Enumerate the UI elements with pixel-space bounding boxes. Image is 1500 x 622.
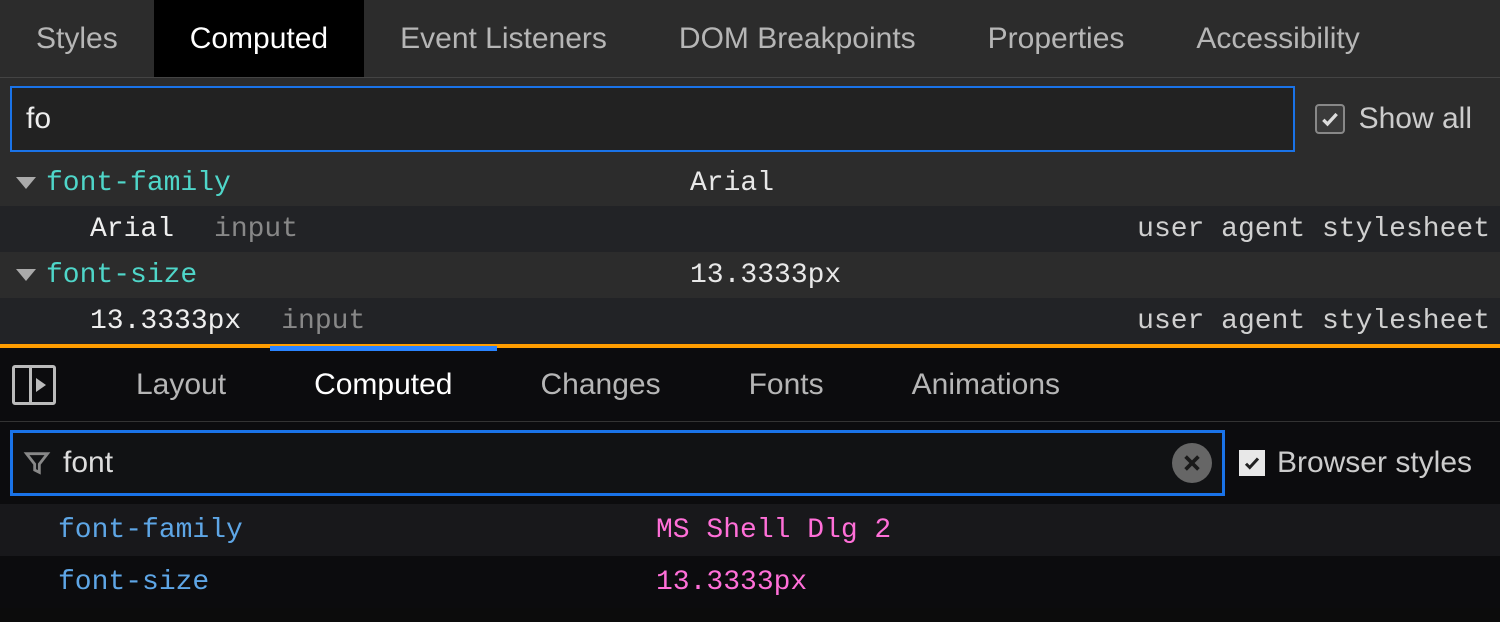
tab-accessibility[interactable]: Accessibility bbox=[1160, 0, 1395, 77]
property-name: font-family bbox=[46, 168, 231, 199]
property-name: font-size bbox=[58, 567, 209, 598]
show-all-label: Show all bbox=[1359, 102, 1472, 136]
top-tabbar: Styles Computed Event Listeners DOM Brea… bbox=[0, 0, 1500, 78]
tab-layout[interactable]: Layout bbox=[92, 348, 270, 421]
bottom-filter-row: Browser styles bbox=[0, 422, 1500, 504]
top-filter-row: Show all bbox=[0, 78, 1500, 160]
disclosure-triangle-icon[interactable] bbox=[16, 177, 36, 189]
trace-value: Arial bbox=[90, 214, 174, 245]
check-icon bbox=[1243, 454, 1261, 472]
computed-property-row[interactable]: font-family MS Shell Dlg 2 bbox=[0, 504, 1500, 556]
property-value: MS Shell Dlg 2 bbox=[656, 515, 891, 546]
top-computed-properties: font-family Arial Arial input user agent… bbox=[0, 160, 1500, 344]
tab-changes[interactable]: Changes bbox=[497, 348, 705, 421]
bottom-computed-properties: font-family MS Shell Dlg 2 font-size 13.… bbox=[0, 504, 1500, 608]
trace-source[interactable]: user agent stylesheet bbox=[1137, 306, 1500, 337]
browser-styles-label: Browser styles bbox=[1277, 446, 1472, 480]
tab-event-listeners[interactable]: Event Listeners bbox=[364, 0, 643, 77]
show-all-checkbox[interactable] bbox=[1315, 104, 1345, 134]
computed-property-row[interactable]: font-family Arial bbox=[0, 160, 1500, 206]
computed-property-row[interactable]: font-size 13.3333px bbox=[0, 556, 1500, 608]
property-name: font-size bbox=[46, 260, 197, 291]
sidebar-toggle-icon[interactable] bbox=[12, 365, 56, 405]
property-value: 13.3333px bbox=[690, 260, 841, 291]
check-icon bbox=[1320, 109, 1340, 129]
browser-styles-checkbox[interactable] bbox=[1239, 450, 1265, 476]
browser-styles-checkbox-wrap[interactable]: Browser styles bbox=[1239, 446, 1490, 480]
computed-property-trace: Arial input user agent stylesheet bbox=[0, 206, 1500, 252]
tab-fonts[interactable]: Fonts bbox=[705, 348, 868, 421]
disclosure-triangle-icon[interactable] bbox=[16, 269, 36, 281]
show-all-checkbox-wrap[interactable]: Show all bbox=[1315, 102, 1490, 136]
bottom-tabbar: Layout Computed Changes Fonts Animations bbox=[0, 348, 1500, 422]
property-value: 13.3333px bbox=[656, 567, 807, 598]
property-name: font-family bbox=[58, 515, 243, 546]
top-filter-input[interactable] bbox=[10, 86, 1295, 152]
tab-computed[interactable]: Computed bbox=[154, 0, 364, 77]
property-value: Arial bbox=[690, 168, 774, 199]
filter-icon bbox=[23, 449, 51, 477]
bottom-devtools-panel: Layout Computed Changes Fonts Animations… bbox=[0, 348, 1500, 608]
tab-properties[interactable]: Properties bbox=[952, 0, 1161, 77]
close-icon bbox=[1181, 452, 1203, 474]
trace-selector: input bbox=[281, 306, 365, 337]
tab-styles[interactable]: Styles bbox=[0, 0, 154, 77]
bottom-filter-input[interactable] bbox=[63, 446, 1160, 480]
trace-value: 13.3333px bbox=[90, 306, 241, 337]
tab-animations[interactable]: Animations bbox=[868, 348, 1104, 421]
computed-property-row[interactable]: font-size 13.3333px bbox=[0, 252, 1500, 298]
trace-source[interactable]: user agent stylesheet bbox=[1137, 214, 1500, 245]
computed-property-trace: 13.3333px input user agent stylesheet bbox=[0, 298, 1500, 344]
bottom-filter-box bbox=[10, 430, 1225, 496]
top-devtools-panel: Styles Computed Event Listeners DOM Brea… bbox=[0, 0, 1500, 348]
tab-computed-2[interactable]: Computed bbox=[270, 348, 496, 421]
tab-dom-breakpoints[interactable]: DOM Breakpoints bbox=[643, 0, 952, 77]
clear-filter-button[interactable] bbox=[1172, 443, 1212, 483]
trace-selector: input bbox=[214, 214, 298, 245]
